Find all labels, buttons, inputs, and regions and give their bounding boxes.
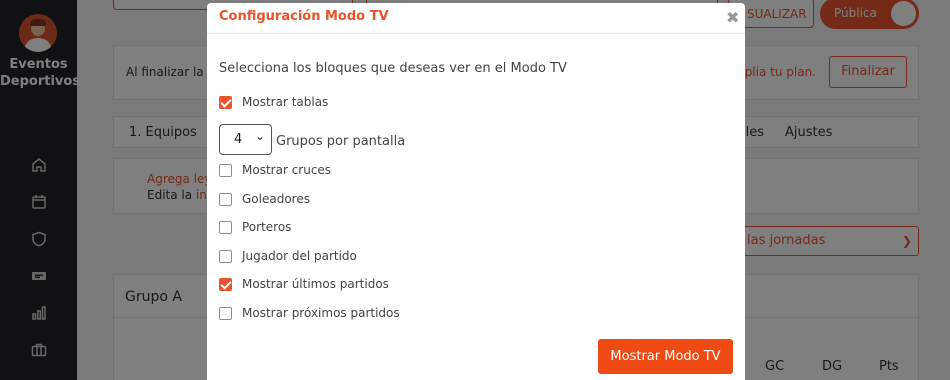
checkbox[interactable]	[219, 278, 232, 291]
checkbox[interactable]	[219, 307, 232, 320]
option-label: Mostrar últimos partidos	[242, 277, 389, 291]
modal-title: Configuración Modo TV	[219, 9, 389, 24]
checkbox[interactable]	[219, 96, 232, 109]
modal-divider	[207, 33, 745, 34]
groups-per-screen-label: Grupos por pantalla	[276, 134, 406, 149]
chevron-down-icon: ⌄	[255, 129, 266, 143]
checkbox[interactable]	[219, 193, 232, 206]
option-label: Jugador del partido	[242, 249, 357, 263]
modal-description: Selecciona los bloques que deseas ver en…	[219, 61, 567, 76]
tv-mode-modal: Configuración Modo TV ✖ Selecciona los b…	[207, 3, 745, 380]
groups-per-screen-select[interactable]: 4 ⌄	[219, 124, 272, 155]
groups-select-value: 4	[234, 132, 243, 147]
checkbox[interactable]	[219, 164, 232, 177]
option-label: Mostrar próximos partidos	[242, 306, 400, 320]
close-icon[interactable]: ✖	[726, 8, 739, 27]
option-label: Goleadores	[242, 192, 310, 206]
option-label: Mostrar tablas	[242, 95, 329, 109]
option-label: Porteros	[242, 220, 292, 234]
checkbox[interactable]	[219, 221, 232, 234]
checkbox[interactable]	[219, 250, 232, 263]
mostrar-modo-tv-button[interactable]: Mostrar Modo TV	[598, 339, 733, 374]
option-label: Mostrar cruces	[242, 163, 332, 177]
